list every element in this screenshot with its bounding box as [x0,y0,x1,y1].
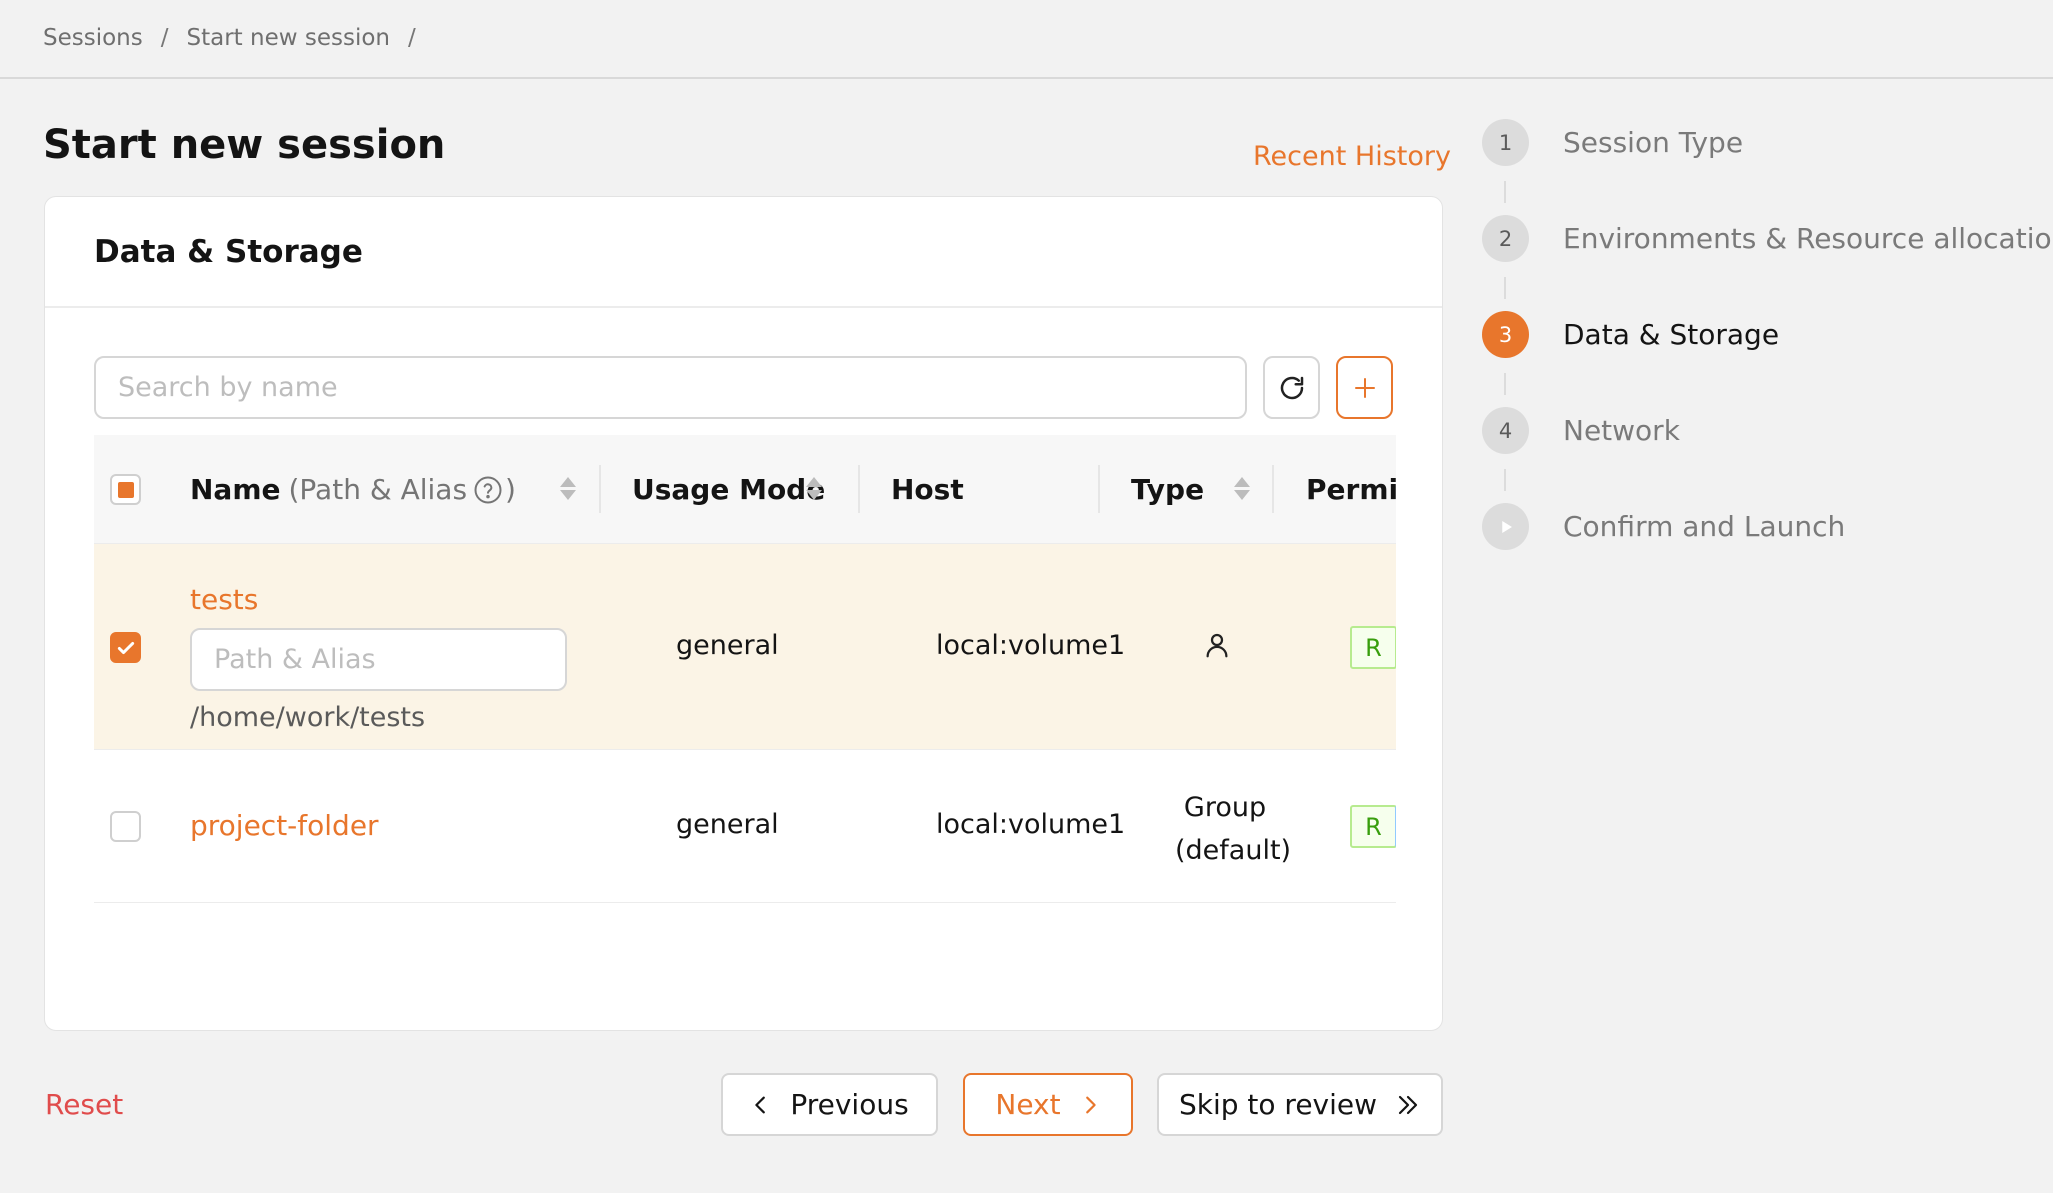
breadcrumb-separator: / [160,25,169,51]
host-value: local:volume1 [936,630,1126,661]
folder-table: Name (Path & Alias ) Usage Mode Host Typ… [94,435,1396,955]
column-header-permission: Permis [1306,435,1396,544]
next-label: Next [995,1088,1061,1121]
header-divider [0,77,2053,79]
breadcrumb-separator: / [408,25,416,51]
type-line-1: Group [1183,792,1267,823]
recent-history-link[interactable]: Recent History [1253,141,1451,172]
step-session-type[interactable]: 1 Session Type [1482,119,1743,166]
column-header-host: Host [891,435,964,544]
type-line-2: (default) [1175,835,1292,866]
usage-mode-value: general [676,809,779,840]
chevron-right-icon [1085,1096,1096,1113]
refresh-button[interactable] [1263,356,1320,419]
help-circle-icon[interactable] [473,475,503,505]
step-number: 2 [1482,215,1529,262]
card-title: Data & Storage [94,233,363,270]
step-number: 4 [1482,407,1529,454]
chevron-left-icon [755,1096,766,1113]
step-label: Environments & Resource allocation [1563,222,2053,255]
table-row[interactable]: tests /home/work/tests general local:vol… [94,544,1396,750]
data-storage-card: Data & Storage Name (Path & Alias [44,196,1443,1031]
card-header: Data & Storage [45,197,1442,308]
breadcrumb: Sessions / Start new session / [43,22,416,54]
play-icon [1482,503,1529,550]
usage-mode-value: general [676,630,779,661]
column-name-sub: (Path & Alias [288,473,468,506]
column-host-label: Host [891,473,964,506]
table-header: Name (Path & Alias ) Usage Mode Host Typ… [94,435,1396,544]
path-alias-input[interactable] [190,628,567,691]
column-divider [599,465,601,513]
folder-name-link[interactable]: project-folder [190,809,379,842]
step-environments[interactable]: 2 Environments & Resource allocation [1482,215,2053,262]
step-label: Confirm and Launch [1563,510,1846,543]
host-value: local:volume1 [936,809,1126,840]
table-row[interactable]: project-folder general local:volume1 Gro… [94,750,1396,903]
sort-name-icon[interactable] [560,477,576,500]
reset-button[interactable]: Reset [45,1088,123,1121]
step-connector [1504,277,1506,299]
step-number: 3 [1482,311,1529,358]
skip-to-review-button[interactable]: Skip to review [1157,1073,1443,1136]
add-folder-button[interactable] [1336,356,1393,419]
breadcrumb-item-sessions[interactable]: Sessions [43,25,143,51]
column-header-type[interactable]: Type [1131,435,1204,544]
permission-read-badge: R [1350,805,1396,848]
breadcrumb-item-start-new-session[interactable]: Start new session [187,25,391,51]
column-type-label: Type [1131,473,1205,506]
refresh-icon [1280,376,1303,399]
mount-path: /home/work/tests [190,702,426,733]
step-confirm-launch[interactable]: Confirm and Launch [1482,503,1845,550]
row-checkbox[interactable] [110,632,141,663]
page-title: Start new session [43,122,446,168]
sort-type-icon[interactable] [1234,477,1250,500]
previous-label: Previous [790,1088,909,1121]
step-network[interactable]: 4 Network [1482,407,1680,454]
search-input[interactable] [94,356,1247,419]
next-button[interactable]: Next [963,1073,1133,1136]
permission-read-badge: R [1350,626,1396,669]
check-icon [117,641,134,654]
column-header-usage-mode[interactable]: Usage Mode [632,435,825,544]
sort-usage-mode-icon[interactable] [806,477,822,500]
column-header-name[interactable]: Name (Path & Alias ) [190,435,516,544]
step-connector [1504,181,1506,203]
step-label: Network [1563,414,1680,447]
folder-name-link[interactable]: tests [190,583,258,616]
step-label: Session Type [1563,126,1744,159]
double-chevron-right-icon [1398,1095,1418,1114]
column-name-label: Name [190,473,281,506]
plus-icon [1354,377,1375,398]
skip-label: Skip to review [1178,1088,1378,1121]
column-divider [1098,465,1100,513]
user-icon [1202,630,1232,667]
type-value: Group (default) [1175,786,1292,872]
column-divider [1272,465,1274,513]
step-connector [1504,469,1506,491]
step-number: 1 [1482,119,1529,166]
permission-write-badge: W [1395,805,1396,848]
previous-button[interactable]: Previous [721,1073,938,1136]
select-all-checkbox[interactable] [110,474,141,505]
column-divider [858,465,860,513]
step-label: Data & Storage [1563,318,1780,351]
column-permission-label: Permis [1306,473,1396,506]
step-connector [1504,373,1506,395]
step-data-storage[interactable]: 3 Data & Storage [1482,311,1779,358]
row-checkbox[interactable] [110,811,141,842]
column-usage-mode-label: Usage Mode [632,473,826,506]
